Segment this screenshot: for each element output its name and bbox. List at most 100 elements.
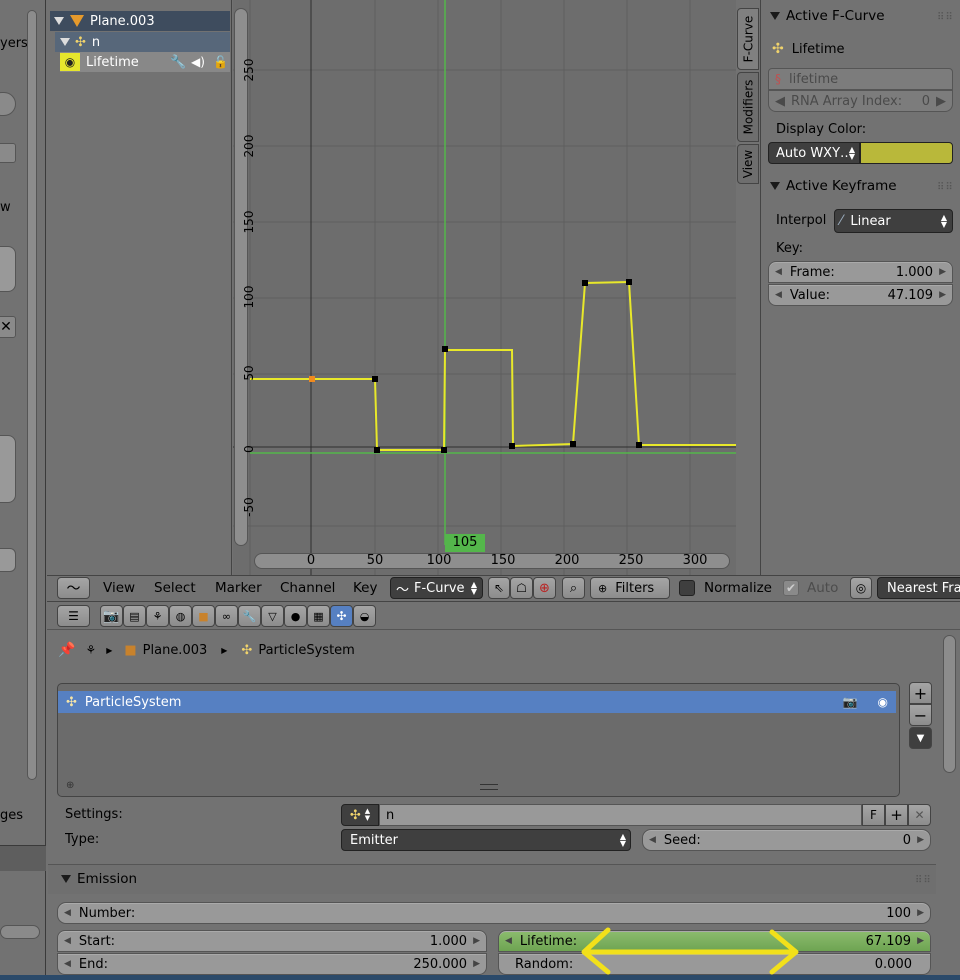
active-keyframe-header[interactable]: Active Keyframe <box>770 178 897 194</box>
remove-particle-system-button[interactable]: − <box>909 704 932 726</box>
seed-field[interactable]: ◀ Seed: 0 ▶ <box>642 829 931 851</box>
end-field[interactable]: ◀ End: 250.000 ▶ <box>57 953 487 975</box>
pin-icon[interactable]: 📌 <box>58 642 75 658</box>
auto-checkbox[interactable]: ✔ <box>783 580 799 596</box>
properties-scrollbar[interactable] <box>943 635 956 773</box>
left-field-2[interactable] <box>0 435 16 503</box>
tab-particles-icon[interactable]: ✣ <box>330 605 353 627</box>
settings-name-field[interactable]: n <box>379 804 862 826</box>
tab-physics-icon[interactable]: ◒ <box>353 605 376 627</box>
display-color-mode-select[interactable]: Auto WXY… ▲ ▼ <box>768 142 860 164</box>
eye-icon[interactable]: ◉ <box>878 695 888 709</box>
active-fcurve-header[interactable]: Active F-Curve <box>770 8 885 24</box>
menu-key[interactable]: Key <box>353 580 377 596</box>
menu-marker[interactable]: Marker <box>215 580 262 596</box>
breadcrumb-particle-system[interactable]: ParticleSystem <box>258 643 355 658</box>
properties-editor-type[interactable]: ☰ <box>57 605 90 627</box>
left-bottom-scroll[interactable] <box>0 925 40 939</box>
tab-data-icon[interactable]: ▽ <box>261 605 284 627</box>
graph-vertical-scrollbar[interactable] <box>234 8 248 546</box>
decrement-arrow-icon[interactable]: ◀ <box>64 908 71 918</box>
data-path-field[interactable]: § lifetime <box>768 68 953 90</box>
tab-texture-icon[interactable]: ▦ <box>307 605 330 627</box>
menu-view[interactable]: View <box>103 580 135 596</box>
collapse-triangle-icon[interactable] <box>770 12 780 20</box>
lifetime-field[interactable]: ◀ Lifetime: 67.109 ▶ <box>498 930 931 952</box>
random-field[interactable]: Random: 0.000 <box>498 953 931 975</box>
filters-button[interactable]: ⊕ Filters <box>590 577 670 599</box>
normalize-checkbox[interactable] <box>679 580 695 596</box>
menu-channel[interactable]: Channel <box>280 580 335 596</box>
tab-modifiers[interactable]: Modifiers <box>737 72 759 142</box>
increment-arrow-icon[interactable]: ▶ <box>917 835 924 845</box>
particle-system-list-item[interactable]: ✣ ParticleSystem 📷 ◉ <box>58 691 896 713</box>
left-scrollbar[interactable] <box>27 10 37 780</box>
panel-grip-icon[interactable]: ⠿⠿ <box>915 875 932 886</box>
graph-svg[interactable] <box>233 0 736 575</box>
lock-icon[interactable]: 🔓 <box>213 55 228 69</box>
panel-grip-icon[interactable]: ⠿⠿ <box>937 12 954 23</box>
specials-menu-button[interactable]: ▼ <box>909 727 932 749</box>
emission-panel-header[interactable]: Emission <box>61 871 137 887</box>
channel-child-row[interactable]: ✣ n <box>55 32 230 52</box>
tab-layers-icon[interactable]: ▤ <box>123 605 146 627</box>
interpolation-select[interactable]: ⁄ Linear ▲ ▼ <box>834 209 953 233</box>
tab-object-icon[interactable]: ■ <box>192 605 215 627</box>
increment-arrow-icon[interactable]: ▶ <box>917 908 924 918</box>
decrement-arrow-icon[interactable]: ◀ <box>649 835 656 845</box>
list-resize-grip[interactable] <box>480 784 498 790</box>
expand-triangle-icon[interactable] <box>54 17 64 25</box>
tab-render-icon[interactable]: 📷 <box>100 605 123 627</box>
speaker-icon[interactable]: ◀) <box>191 55 205 69</box>
tab-view[interactable]: View <box>737 144 759 184</box>
search-button[interactable]: ⌕ <box>562 577 585 599</box>
breadcrumb-object[interactable]: Plane.003 <box>143 643 208 658</box>
increment-arrow-icon[interactable]: ▶ <box>936 94 946 109</box>
ghost-curves-button[interactable]: ☖ <box>510 577 533 599</box>
mode-select[interactable]: 〜 F-Curve ▲ ▼ <box>390 577 483 599</box>
tab-modifiers-icon[interactable]: 🔧 <box>238 605 261 627</box>
start-field[interactable]: ◀ Start: 1.000 ▶ <box>57 930 487 952</box>
add-particle-system-button[interactable]: + <box>909 682 932 704</box>
decrement-arrow-icon[interactable]: ◀ <box>64 959 71 969</box>
list-filter-icon[interactable]: ⊕ <box>66 780 74 791</box>
array-index-field[interactable]: ◀ RNA Array Index: 0 ▶ <box>768 90 953 112</box>
tab-f-curve[interactable]: F-Curve <box>737 8 759 70</box>
tab-material-icon[interactable]: ● <box>284 605 307 627</box>
channel-object-row[interactable]: Plane.003 <box>50 11 230 31</box>
decrement-arrow-icon[interactable]: ◀ <box>775 94 785 109</box>
increment-arrow-icon[interactable]: ▶ <box>473 959 480 969</box>
settings-browse-button[interactable]: ✣ ▲ ▼ <box>341 804 379 826</box>
tab-world-icon[interactable]: ◍ <box>169 605 192 627</box>
increment-arrow-icon[interactable]: ▶ <box>917 936 924 946</box>
left-field-3[interactable] <box>0 548 16 572</box>
type-select[interactable]: Emitter ▲ ▼ <box>341 829 631 851</box>
increment-arrow-icon[interactable]: ▶ <box>939 290 946 300</box>
decrement-arrow-icon[interactable]: ◀ <box>64 936 71 946</box>
tab-scene-icon[interactable]: ⚘ <box>146 605 169 627</box>
wrench-icon[interactable]: 🔧 <box>170 55 186 70</box>
render-camera-icon[interactable]: 📷 <box>843 695 858 709</box>
pivot-button[interactable]: ⊕ <box>533 577 556 599</box>
tab-constraints-icon[interactable]: ∞ <box>215 605 238 627</box>
increment-arrow-icon[interactable]: ▶ <box>473 936 480 946</box>
decrement-arrow-icon[interactable]: ◀ <box>505 936 512 946</box>
unlink-settings-button[interactable]: ✕ <box>908 804 931 826</box>
graph-area[interactable] <box>233 0 736 575</box>
decrement-arrow-icon[interactable]: ◀ <box>775 290 782 300</box>
keyframe-value-field[interactable]: ◀ Value: 47.109 ▶ <box>768 284 953 306</box>
new-settings-button[interactable]: + <box>885 804 908 826</box>
expand-triangle-icon[interactable] <box>60 38 70 46</box>
panel-grip-icon[interactable]: ⠿⠿ <box>937 182 954 193</box>
increment-arrow-icon[interactable]: ▶ <box>939 267 946 277</box>
decrement-arrow-icon[interactable]: ◀ <box>775 267 782 277</box>
snap-select[interactable]: Nearest Fra <box>877 577 960 599</box>
editor-type-button[interactable]: 〜 <box>57 577 90 599</box>
number-field[interactable]: ◀ Number: 100 ▶ <box>57 902 931 924</box>
snap-icon-button[interactable]: ◎ <box>850 577 872 599</box>
keyframe-frame-field[interactable]: ◀ Frame: 1.000 ▶ <box>768 261 953 283</box>
display-color-swatch[interactable] <box>860 142 953 164</box>
collapse-triangle-icon[interactable] <box>770 182 780 190</box>
eyedropper-icon[interactable] <box>0 143 16 163</box>
left-close-button[interactable]: ✕ <box>0 316 16 338</box>
